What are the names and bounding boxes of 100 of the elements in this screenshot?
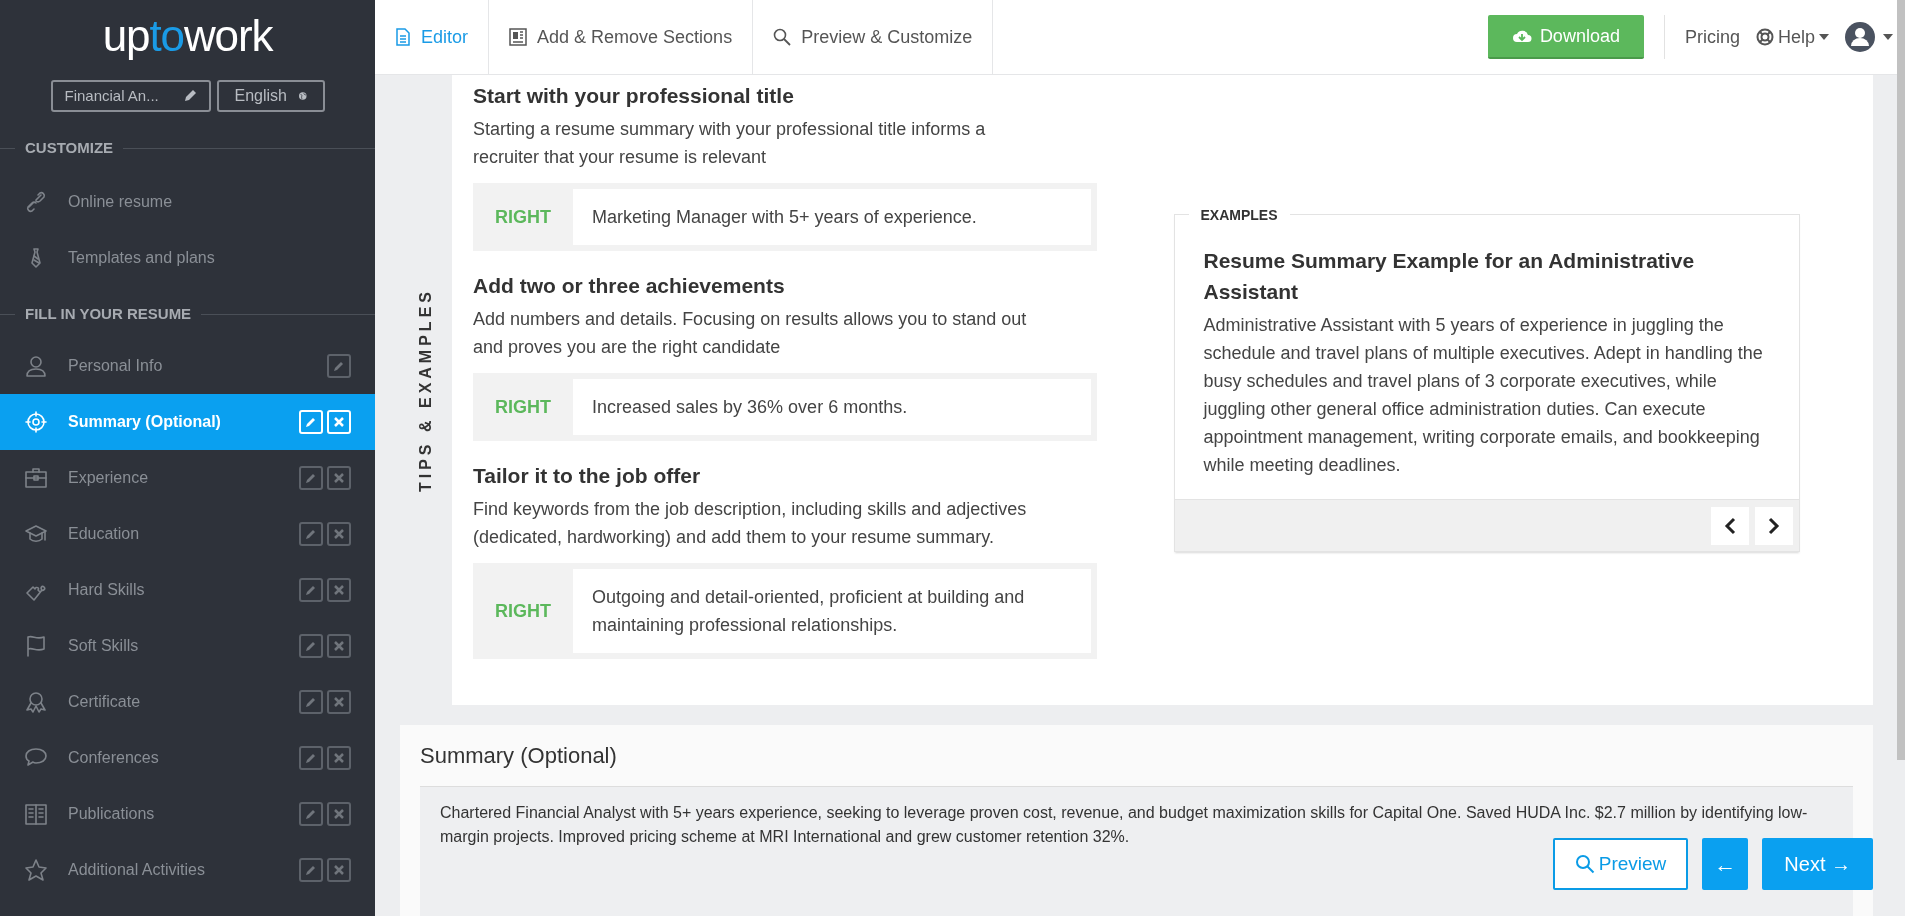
user-icon (25, 355, 47, 377)
edit-button[interactable] (299, 690, 323, 714)
pencil-icon (182, 89, 197, 103)
pencil-icon (305, 584, 317, 596)
delete-button[interactable] (327, 802, 351, 826)
edit-button[interactable] (299, 746, 323, 770)
download-button[interactable]: Download (1487, 15, 1644, 59)
close-icon (334, 697, 344, 707)
edit-button[interactable] (299, 858, 323, 882)
tip-text: Add numbers and details. Focusing on results allows you to stand out and proves you are the right candidate (473, 308, 1028, 359)
sidebar-item[interactable]: Templates and plans (0, 230, 375, 286)
section-title: Summary (Optional) (420, 743, 617, 768)
logo[interactable]: uptowork (102, 14, 273, 58)
tip-text: Starting a resume summary with your professional title informs a recruiter that your resume is relevant (473, 118, 987, 169)
close-icon (334, 473, 344, 483)
pencil-icon (305, 752, 317, 764)
nav-tab[interactable]: Editor (375, 0, 490, 74)
example-text: Administrative Assistant with 5 years of experience in juggling the schedule and travel plans of multiple executives. Adept in handling the busy schedules and travel plans of 3 corporate executives, while juggling other general office administration duties. Can execute appointment management, writing corporate emails, and bookkeeping while meeting deadlines. (1203, 314, 1764, 477)
layout-icon (509, 28, 528, 46)
pencil-icon (305, 472, 317, 484)
example-text: Increased sales by 36% over 6 months. (592, 396, 908, 419)
sidebar-item[interactable]: Personal Info (0, 338, 375, 394)
edit-button[interactable] (299, 466, 323, 490)
next-button[interactable]: Next → (1762, 838, 1873, 890)
verdict-label: RIGHT (494, 395, 552, 419)
delete-button[interactable] (327, 690, 351, 714)
back-button[interactable]: ← (1702, 838, 1749, 890)
sidebar-item[interactable]: Online resume (0, 174, 375, 230)
edit-button[interactable] (327, 354, 351, 378)
award-icon (25, 691, 47, 713)
delete-button[interactable] (327, 746, 351, 770)
sidebar-item[interactable]: Conferences (0, 730, 375, 786)
nav-tab[interactable]: Preview & Customize (753, 0, 994, 74)
pencil-icon (305, 416, 317, 428)
delete-button[interactable] (327, 858, 351, 882)
search-icon (773, 28, 792, 46)
caret-icon[interactable] (1883, 34, 1893, 40)
close-icon (334, 865, 344, 875)
star-icon (25, 859, 47, 881)
section-heading: CUSTOMIZE (24, 137, 115, 158)
close-icon (334, 809, 344, 819)
pencil-icon (305, 640, 317, 652)
chevron-right-icon (1767, 516, 1780, 535)
example-text: Marketing Manager with 5+ years of experience. (592, 206, 977, 229)
sidebar-item[interactable]: Additional Activities (0, 842, 375, 898)
edit-button[interactable] (299, 522, 323, 546)
chevron-left-icon (1723, 516, 1736, 535)
nav-tab[interactable]: Add & Remove Sections (489, 0, 754, 74)
globe-icon (299, 89, 307, 103)
tip-text: Find keywords from the job description, including skills and adjectives (dedicated, hardworking) and add them to your resume summary. (473, 498, 1028, 549)
pricing-link[interactable]: Pricing (1684, 23, 1740, 51)
sidebar-item[interactable]: Certificate (0, 674, 375, 730)
close-icon (334, 529, 344, 539)
tips-label: TIPS & EXAMPLES (416, 288, 435, 492)
pencil-icon (305, 696, 317, 708)
verdict-label: RIGHT (494, 599, 552, 623)
tip-title: Add two or three achievements (473, 273, 786, 299)
link-icon (25, 191, 47, 213)
example-title: Resume Summary Example for an Administrative Assistant (1203, 248, 1696, 305)
search-icon (1574, 854, 1595, 874)
delete-button[interactable] (327, 466, 351, 490)
edit-button[interactable] (299, 802, 323, 826)
close-icon (334, 585, 344, 595)
resume-title-button[interactable]: Financial An... (50, 80, 211, 112)
pencil-icon (333, 360, 345, 372)
delete-button[interactable] (327, 634, 351, 658)
tip-title: Start with your professional title (473, 83, 795, 109)
close-icon (334, 641, 344, 651)
close-icon (334, 753, 344, 763)
tip-title: Tailor it to the job offer (473, 463, 702, 489)
avatar-icon[interactable] (1845, 22, 1875, 52)
speech-bubble-icon (25, 747, 47, 769)
delete-button[interactable] (327, 578, 351, 602)
next-button[interactable] (1754, 506, 1793, 545)
document-icon (395, 28, 411, 46)
pencil-icon (305, 808, 317, 820)
section-heading: FILL IN YOUR RESUME (24, 303, 193, 324)
sidebar-item[interactable]: Experience (0, 450, 375, 506)
preview-button[interactable]: Preview (1552, 838, 1689, 890)
pencil-icon (305, 528, 317, 540)
lifebuoy-icon (1755, 28, 1774, 46)
briefcase-icon (25, 467, 47, 489)
scrollbar-thumb[interactable] (1897, 0, 1905, 760)
language-button[interactable]: English (216, 80, 325, 112)
sidebar-item[interactable]: Publications (0, 786, 375, 842)
edit-button[interactable] (299, 578, 323, 602)
example-text: Outgoing and detail-oriented, proficient at building and maintaining professional relationships. (592, 586, 1026, 637)
previous-button[interactable] (1710, 506, 1749, 545)
target-icon (25, 411, 47, 433)
flag-icon (25, 635, 47, 657)
pencil-icon (305, 864, 317, 876)
sidebar-item[interactable]: Education (0, 506, 375, 562)
cloud-download-icon (1511, 28, 1532, 44)
delete-button[interactable] (327, 522, 351, 546)
help-menu[interactable]: Help (1755, 23, 1829, 51)
edit-button[interactable] (299, 634, 323, 658)
caret-icon (1819, 34, 1829, 40)
sidebar-item[interactable]: Hard Skills (0, 562, 375, 618)
sidebar-item[interactable]: Soft Skills (0, 618, 375, 674)
graduation-cap-icon (25, 523, 47, 545)
